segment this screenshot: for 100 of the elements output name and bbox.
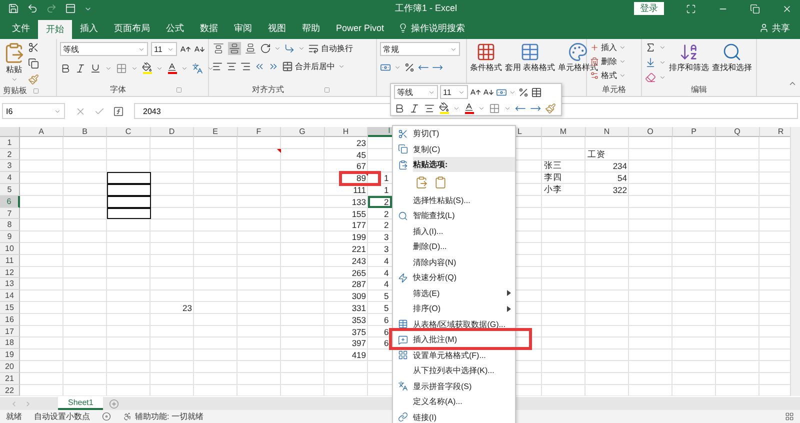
fill-color-icon[interactable] xyxy=(439,102,449,112)
paste-option-icon[interactable] xyxy=(415,176,428,189)
row-header[interactable]: 7 xyxy=(0,208,20,220)
cell-action-button[interactable]: 格式 xyxy=(601,70,617,82)
caret-icon[interactable] xyxy=(167,46,174,53)
redo-icon[interactable] xyxy=(46,3,57,14)
row-header[interactable]: 17 xyxy=(0,326,20,338)
row-header[interactable]: 2 xyxy=(0,148,20,160)
border-icon[interactable] xyxy=(489,102,500,114)
caret-icon[interactable] xyxy=(458,88,465,96)
accessibility-status[interactable]: 辅助功能: 一切就绪 xyxy=(135,411,204,422)
check-icon[interactable] xyxy=(94,106,105,117)
orientation-icon[interactable] xyxy=(260,43,271,54)
menu-item[interactable]: 插入批注(M) xyxy=(413,334,457,346)
caret-icon[interactable] xyxy=(394,64,401,72)
menu-item[interactable]: 从下拉列表中选择(K)... xyxy=(413,365,494,376)
phonetic-icon[interactable] xyxy=(192,62,203,74)
menu-item[interactable]: 排序(O) xyxy=(413,303,441,314)
paste-values-icon[interactable] xyxy=(434,176,447,189)
column-header[interactable]: B xyxy=(64,126,107,137)
scissors-icon[interactable] xyxy=(28,42,39,54)
macro-record-icon[interactable] xyxy=(102,412,111,422)
caret-icon[interactable] xyxy=(138,46,145,53)
row-header[interactable]: 22 xyxy=(0,384,20,396)
close-icon[interactable] xyxy=(782,4,792,14)
save-icon[interactable] xyxy=(8,3,19,14)
percent-icon[interactable] xyxy=(404,62,415,74)
restore-icon[interactable] xyxy=(750,4,760,14)
bold-icon[interactable] xyxy=(60,62,71,74)
format-as-table-button[interactable]: 套用 表格格式 xyxy=(505,63,556,74)
percent-icon[interactable] xyxy=(518,86,529,98)
row-header[interactable]: 1 xyxy=(0,136,20,149)
tell-me-search[interactable]: 操作说明搜索 xyxy=(411,22,466,35)
menu-item[interactable]: 复制(C) xyxy=(413,144,440,155)
ribbon-tab[interactable]: Power Pivot xyxy=(328,17,392,40)
italic-icon[interactable] xyxy=(75,62,86,74)
caret-icon[interactable] xyxy=(105,64,112,72)
ribbon-tab[interactable]: 数据 xyxy=(192,17,226,40)
row-header[interactable]: 15 xyxy=(0,302,20,314)
column-header[interactable]: R xyxy=(760,126,790,137)
lightbulb-icon[interactable] xyxy=(398,23,408,34)
name-box[interactable]: I6 xyxy=(2,103,65,120)
column-header[interactable]: F xyxy=(238,126,281,137)
row-header[interactable]: 5 xyxy=(0,184,20,196)
caret-icon[interactable] xyxy=(10,76,18,84)
caret-icon[interactable] xyxy=(509,88,516,96)
caret-icon[interactable] xyxy=(156,64,163,72)
caret-icon[interactable] xyxy=(338,63,345,70)
row-header[interactable]: 18 xyxy=(0,337,20,350)
align-center-icon[interactable] xyxy=(424,102,435,114)
column-header[interactable]: Q xyxy=(716,126,760,137)
banknote-icon[interactable] xyxy=(496,86,507,98)
find-select-button[interactable]: 查找和选择 xyxy=(712,63,752,74)
align-left-icon[interactable] xyxy=(212,61,223,72)
caret-icon[interactable] xyxy=(504,104,511,112)
vertical-align-button[interactable] xyxy=(244,42,257,56)
dialog-launcher-icon[interactable] xyxy=(33,88,39,94)
font-color-icon[interactable] xyxy=(464,102,474,112)
menu-item[interactable]: 清除内容(N) xyxy=(413,256,456,268)
menu-item[interactable]: 智能查找(L) xyxy=(413,210,455,222)
row-header[interactable]: 19 xyxy=(0,349,20,362)
ribbon-tab[interactable]: 文件 xyxy=(4,17,38,40)
italic-icon[interactable] xyxy=(409,102,420,114)
banknote-icon[interactable] xyxy=(380,62,391,74)
cancel-icon[interactable] xyxy=(75,106,86,117)
merge-center-button[interactable]: 合并后居中 xyxy=(282,61,335,72)
format-painter-icon[interactable] xyxy=(545,102,556,114)
conditional-format-icon[interactable] xyxy=(476,42,496,62)
format-painter-icon[interactable] xyxy=(28,74,39,86)
font-color-icon[interactable] xyxy=(167,62,177,72)
caret-icon[interactable] xyxy=(428,88,435,96)
menu-item[interactable]: 从表格/区域获取数据(G)... xyxy=(413,318,506,330)
cell-action-button[interactable]: 插入 xyxy=(601,42,617,54)
row-header[interactable]: 13 xyxy=(0,278,20,290)
align-center-icon[interactable] xyxy=(226,61,237,72)
border-icon[interactable] xyxy=(116,62,127,74)
underline-icon[interactable] xyxy=(90,62,101,74)
touch-mode-icon[interactable] xyxy=(65,3,76,14)
undo-icon[interactable] xyxy=(27,3,38,14)
row-header[interactable]: 6 xyxy=(0,196,20,208)
align-right-icon[interactable] xyxy=(240,61,251,72)
menu-item[interactable]: 剪切(T) xyxy=(413,128,440,140)
menu-item[interactable]: 设置单元格格式(F)... xyxy=(413,350,486,361)
normal-view-icon[interactable] xyxy=(785,412,794,422)
font-size-field[interactable]: 11 xyxy=(440,85,468,99)
column-header[interactable]: H xyxy=(324,126,368,137)
caret-icon[interactable] xyxy=(478,104,485,112)
column-header[interactable]: O xyxy=(629,126,672,137)
sheet-tab[interactable]: Sheet1 xyxy=(58,397,104,410)
menu-item[interactable]: 插入(I)... xyxy=(413,226,444,237)
row-header[interactable]: 3 xyxy=(0,160,20,172)
fill-color-icon[interactable] xyxy=(142,62,152,72)
column-header[interactable]: P xyxy=(672,126,716,137)
share-button[interactable]: 共享 xyxy=(772,22,790,35)
menu-item[interactable]: 定义名称(A)... xyxy=(413,396,462,408)
caret-icon[interactable] xyxy=(131,64,138,72)
number-format-field[interactable]: 常规 xyxy=(380,42,460,56)
row-header[interactable]: 11 xyxy=(0,254,20,267)
table-icon[interactable] xyxy=(531,86,542,98)
caret-icon[interactable] xyxy=(453,104,460,112)
